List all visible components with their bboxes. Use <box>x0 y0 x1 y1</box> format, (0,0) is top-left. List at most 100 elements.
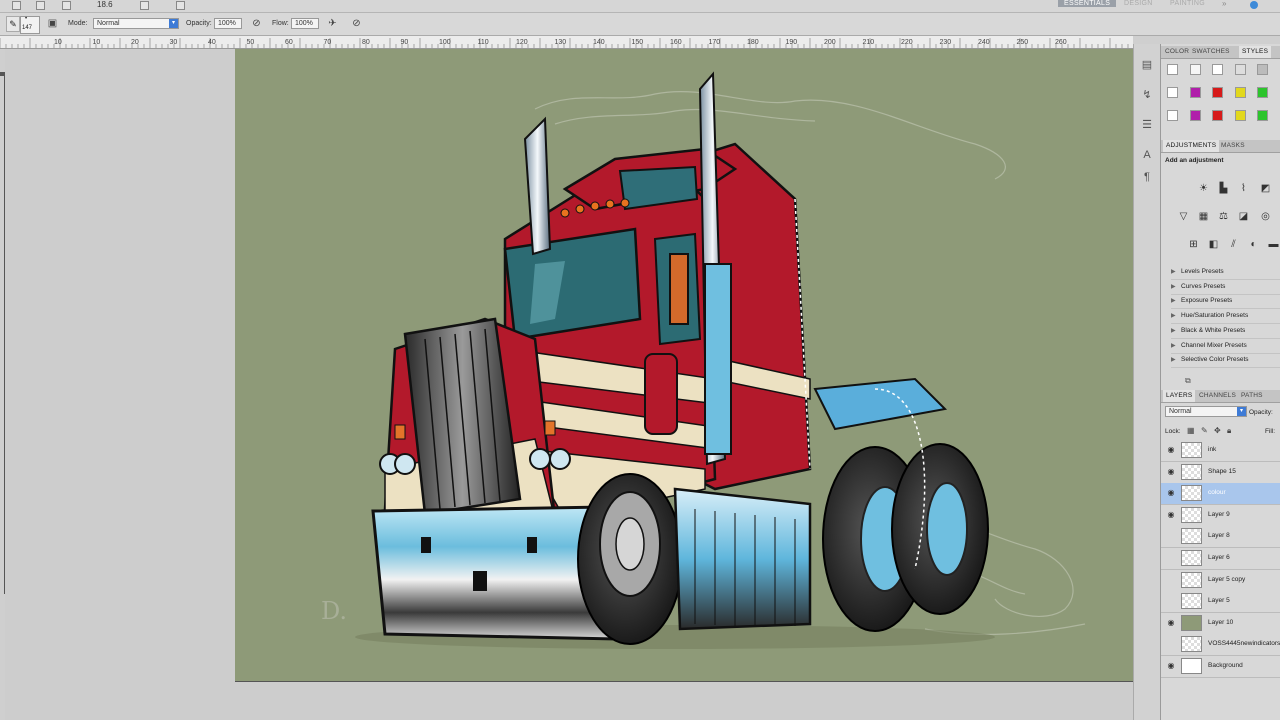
tab-styles[interactable]: STYLES <box>1239 46 1272 58</box>
layer-row[interactable]: Layer 6 <box>1161 548 1280 570</box>
flow-field[interactable]: 100% <box>291 18 319 29</box>
screen-mode-icon[interactable] <box>176 1 185 10</box>
style-swatch[interactable] <box>1189 64 1201 75</box>
black-white-icon[interactable]: ◪ <box>1237 210 1250 223</box>
tools-panel-collapsed[interactable] <box>0 72 5 594</box>
cs-live-icon[interactable] <box>1250 1 1258 9</box>
layer-row[interactable]: Layer 5 <box>1161 591 1280 614</box>
style-swatch[interactable] <box>1257 110 1268 121</box>
preset-item[interactable]: ▶ Black & White Presets <box>1171 324 1280 339</box>
clip-to-layer-icon[interactable]: ⧉ <box>1185 376 1191 386</box>
document-canvas[interactable]: D. <box>235 49 1151 682</box>
visibility-eye-icon[interactable] <box>1166 553 1176 563</box>
visibility-eye-icon[interactable]: ◉ <box>1166 445 1176 455</box>
opacity-field[interactable]: 100% <box>214 18 242 29</box>
character-icon[interactable]: A <box>1140 148 1154 162</box>
ruler-label: 230 <box>940 39 952 46</box>
pressure-opacity-icon[interactable]: ⊘ <box>250 17 263 30</box>
pressure-size-icon[interactable]: ⊘ <box>350 17 363 30</box>
channel-mixer-icon[interactable]: ⊞ <box>1187 238 1200 251</box>
blend-mode-select[interactable]: Normal ▾ <box>1165 406 1247 417</box>
style-swatch[interactable] <box>1189 87 1201 98</box>
style-swatch[interactable] <box>1167 87 1178 98</box>
layer-row[interactable]: Layer 8 <box>1161 526 1280 549</box>
layer-row[interactable]: ◉ Layer 9 <box>1161 504 1280 527</box>
exposure-icon[interactable]: ◩ <box>1259 182 1272 195</box>
visibility-eye-icon[interactable] <box>1166 575 1176 585</box>
style-swatch[interactable] <box>1257 64 1268 75</box>
brightness-contrast-icon[interactable]: ☀ <box>1197 182 1210 195</box>
posterize-icon[interactable]: ⫽ <box>1227 238 1240 251</box>
gradient-map-icon[interactable]: ▬ <box>1267 238 1280 251</box>
layer-row[interactable]: ◉ colour <box>1161 483 1280 506</box>
style-swatch[interactable] <box>1257 87 1268 98</box>
tab-swatches[interactable]: SWATCHES <box>1192 48 1230 55</box>
levels-icon[interactable]: ▙ <box>1217 182 1230 195</box>
visibility-eye-icon[interactable]: ◉ <box>1166 618 1176 628</box>
visibility-eye-icon[interactable] <box>1166 531 1176 541</box>
preset-item[interactable]: ▶ Curves Presets <box>1171 280 1280 295</box>
navigator-icon[interactable]: ▤ <box>1140 58 1154 72</box>
lock-position-icon[interactable]: ✥ <box>1214 426 1221 435</box>
curves-icon[interactable]: ⌇ <box>1237 182 1250 195</box>
visibility-eye-icon[interactable]: ◉ <box>1166 661 1176 671</box>
preset-item[interactable]: ▶ Levels Presets <box>1171 265 1280 280</box>
brushes-icon[interactable]: ☰ <box>1140 118 1154 132</box>
more-workspaces-icon[interactable]: » <box>1222 0 1226 8</box>
preset-item[interactable]: ▶ Selective Color Presets <box>1171 353 1280 369</box>
visibility-eye-icon[interactable]: ◉ <box>1166 488 1176 498</box>
layer-row[interactable]: Layer 5 copy <box>1161 569 1280 592</box>
tab-masks[interactable]: MASKS <box>1221 142 1245 149</box>
layer-row[interactable]: ◉ Layer 10 <box>1161 612 1280 635</box>
tab-color[interactable]: COLOR <box>1165 48 1189 55</box>
preset-item[interactable]: ▶ Channel Mixer Presets <box>1171 339 1280 354</box>
layer-row[interactable]: VOSS4445newindicators <box>1161 634 1280 657</box>
style-swatch[interactable] <box>1212 87 1223 98</box>
tool-preset-icon[interactable]: ✎ <box>6 16 20 32</box>
layer-row[interactable]: ◉ Background <box>1161 656 1280 678</box>
view-extras-icon[interactable] <box>62 1 71 10</box>
layer-row[interactable]: ◉ Shape 15 <box>1161 461 1280 484</box>
mode-select[interactable]: Normal ▾ <box>93 18 179 29</box>
style-swatch[interactable] <box>1167 110 1178 121</box>
style-swatch[interactable] <box>1212 64 1223 75</box>
tab-adjustments[interactable]: ADJUSTMENTS <box>1163 140 1220 152</box>
color-balance-icon[interactable]: ⚖ <box>1217 210 1230 223</box>
invert-icon[interactable]: ◧ <box>1207 238 1220 251</box>
history-icon[interactable]: ↯ <box>1140 88 1154 102</box>
visibility-eye-icon[interactable]: ◉ <box>1166 467 1176 477</box>
arrange-documents-icon[interactable] <box>140 1 149 10</box>
tab-paths[interactable]: PATHS <box>1241 392 1263 399</box>
style-swatch[interactable] <box>1234 64 1246 75</box>
lock-transparent-icon[interactable]: ▦ <box>1187 426 1195 435</box>
workspace-painting[interactable]: PAINTING <box>1170 0 1205 7</box>
hue-saturation-icon[interactable]: ▦ <box>1197 210 1210 223</box>
lock-all-icon[interactable]: 🔒︎ <box>1227 426 1231 436</box>
style-swatch[interactable] <box>1189 110 1201 121</box>
tab-channels[interactable]: CHANNELS <box>1199 392 1236 399</box>
threshold-icon[interactable]: ◐ <box>1247 238 1260 251</box>
launch-bridge-icon[interactable] <box>36 1 45 10</box>
style-swatch[interactable] <box>1167 64 1178 75</box>
tab-layers[interactable]: LAYERS <box>1163 390 1196 402</box>
zoom-level[interactable]: 18.6 <box>97 0 113 9</box>
style-swatch[interactable] <box>1234 87 1246 98</box>
workspace-design[interactable]: DESIGN <box>1124 0 1153 7</box>
visibility-eye-icon[interactable] <box>1166 596 1176 606</box>
preset-item[interactable]: ▶ Exposure Presets <box>1171 294 1280 310</box>
layer-row[interactable]: ◉ ink <box>1161 440 1280 462</box>
app-menu-icon[interactable] <box>12 1 21 10</box>
preset-item[interactable]: ▶ Hue/Saturation Presets <box>1171 309 1280 325</box>
visibility-eye-icon[interactable] <box>1166 639 1176 649</box>
style-swatch[interactable] <box>1212 110 1223 121</box>
style-swatch[interactable] <box>1234 110 1246 121</box>
lock-image-icon[interactable]: ✎ <box>1201 426 1208 435</box>
photo-filter-icon[interactable]: ◎ <box>1259 210 1272 223</box>
vibrance-icon[interactable]: ▽ <box>1177 210 1190 223</box>
visibility-eye-icon[interactable]: ◉ <box>1166 510 1176 520</box>
workspace-essentials[interactable]: ESSENTIALS <box>1058 0 1117 7</box>
brush-panel-icon[interactable]: ▣ <box>46 17 59 30</box>
paragraph-icon[interactable]: ¶ <box>1140 170 1154 184</box>
airbrush-icon[interactable]: ✈ <box>326 17 339 30</box>
brush-preset-picker[interactable]: • 147 <box>20 16 40 34</box>
